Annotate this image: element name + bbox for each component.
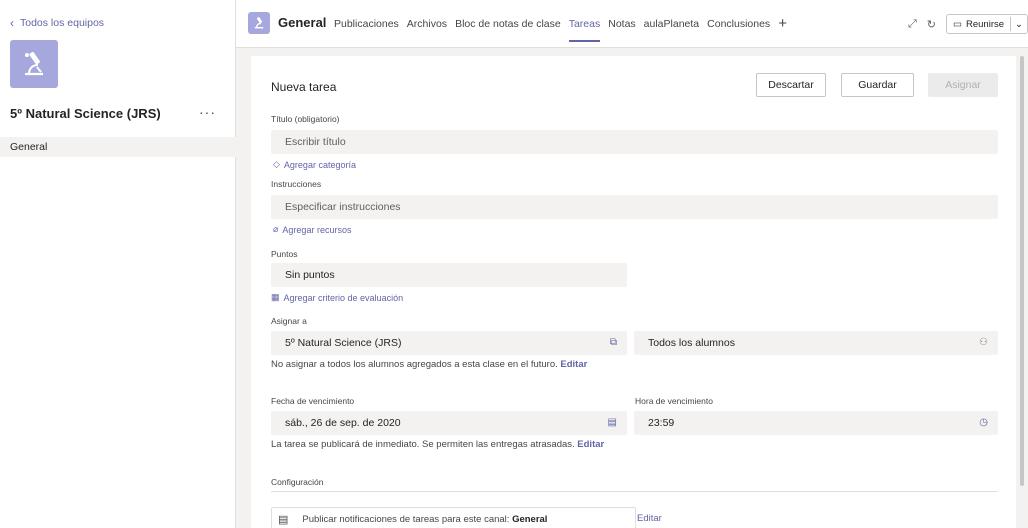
instructions-input[interactable]: Especificar instrucciones xyxy=(271,195,998,219)
title-input[interactable]: Escribir título xyxy=(271,130,998,154)
publish-note-text: La tarea se publicará de inmediato. Se p… xyxy=(271,439,575,450)
assign-note: No asignar a todos los alumnos agregados… xyxy=(271,359,587,370)
assign-class-select[interactable]: 5º Natural Science (JRS) ⧉ xyxy=(271,331,627,355)
left-sidebar: ‹ Todos los equipos 5º Natural Science (… xyxy=(0,0,236,528)
notify-channel-name: General xyxy=(512,513,548,525)
assign-note-text: No asignar a todos los alumnos agregados… xyxy=(271,359,558,370)
channel-title: General xyxy=(278,15,327,30)
points-field-label: Puntos xyxy=(271,249,298,259)
meet-button[interactable]: ▭ Reunirse ⌄ xyxy=(946,14,1028,34)
expand-icon[interactable]: ⤢ xyxy=(908,18,917,31)
notify-text: Publicar notificaciones de tareas para e… xyxy=(302,513,510,525)
team-more-options-button[interactable]: ··· xyxy=(199,104,216,120)
due-date-label: Fecha de vencimiento xyxy=(271,396,355,406)
add-resources-label: Agregar recursos xyxy=(282,224,352,235)
title-field-label: Título (obligatorio) xyxy=(271,114,340,124)
add-category-label: Agregar categoría xyxy=(283,159,356,170)
due-date-value: sáb., 26 de sep. de 2020 xyxy=(285,417,401,429)
assign-students-select[interactable]: Todos los alumnos ⚇ xyxy=(634,331,998,355)
assign-button[interactable]: Asignar xyxy=(928,73,998,97)
document-icon: ▤ xyxy=(278,513,289,526)
tab-conclusiones[interactable]: Conclusiones xyxy=(707,18,770,44)
config-divider xyxy=(271,491,998,492)
back-link-label: Todos los equipos xyxy=(20,17,105,29)
team-avatar-small xyxy=(248,12,270,34)
instructions-field-label: Instrucciones xyxy=(271,179,322,189)
add-rubric-link[interactable]: ▦ Agregar criterio de evaluación xyxy=(271,292,403,303)
assign-class-value: 5º Natural Science (JRS) xyxy=(285,337,402,349)
notify-channel-box: ▤ Publicar notificaciones de tareas para… xyxy=(271,507,636,528)
form-title: Nueva tarea xyxy=(271,80,337,94)
copy-icon: ⧉ xyxy=(609,337,617,348)
add-category-link[interactable]: ◇ Agregar categoría xyxy=(273,159,356,170)
grid-icon: ▦ xyxy=(271,292,280,302)
publish-note: La tarea se publicará de inmediato. Se p… xyxy=(271,439,604,450)
tag-icon: ◇ xyxy=(273,159,280,169)
publish-edit-link[interactable]: Editar xyxy=(577,439,604,450)
new-assignment-form: Nueva tarea Descartar Guardar Asignar Tí… xyxy=(251,56,1016,528)
chevron-left-icon: ‹ xyxy=(10,16,14,30)
discard-button[interactable]: Descartar xyxy=(756,73,826,97)
calendar-icon: ▤ xyxy=(607,417,617,428)
sidebar-channel-general[interactable]: General xyxy=(0,137,236,157)
back-to-teams-link[interactable]: ‹ Todos los equipos xyxy=(10,16,104,30)
due-time-picker[interactable]: 23:59 ◷ xyxy=(634,411,998,435)
tab-publicaciones[interactable]: Publicaciones xyxy=(334,18,399,44)
meet-label: Reunirse xyxy=(966,18,1005,30)
chevron-down-icon[interactable]: ⌄ xyxy=(1015,19,1023,30)
channel-header: General Publicaciones Archivos Bloc de n… xyxy=(236,0,1028,48)
add-resources-link[interactable]: ⌀ Agregar recursos xyxy=(273,224,351,235)
due-time-value: 23:59 xyxy=(648,417,675,429)
clock-icon: ◷ xyxy=(979,417,988,428)
tab-aulaplaneta[interactable]: aulaPlaneta xyxy=(644,18,699,44)
add-rubric-label: Agregar criterio de evaluación xyxy=(283,292,404,303)
person-icon: ⚇ xyxy=(979,337,988,348)
save-button[interactable]: Guardar xyxy=(841,73,914,97)
assign-to-label: Asignar a xyxy=(271,316,307,326)
tab-archivos[interactable]: Archivos xyxy=(407,18,447,44)
notify-channel-row: ▤ Publicar notificaciones de tareas para… xyxy=(271,507,998,528)
assign-students-value: Todos los alumnos xyxy=(648,337,735,349)
paperclip-icon: ⌀ xyxy=(273,224,279,234)
points-input[interactable]: Sin puntos xyxy=(271,263,627,287)
microscope-icon xyxy=(19,49,49,79)
header-actions: ⤢ ↻ ▭ Reunirse ⌄ xyxy=(908,14,1028,34)
assign-edit-link[interactable]: Editar xyxy=(560,359,587,370)
team-name: 5º Natural Science (JRS) xyxy=(10,106,161,121)
main-scrollbar[interactable] xyxy=(1020,56,1024,486)
tab-bloc-de-notas[interactable]: Bloc de notas de clase xyxy=(455,18,561,44)
due-time-label: Hora de vencimiento xyxy=(635,396,713,406)
video-camera-icon: ▭ xyxy=(953,18,962,30)
due-date-picker[interactable]: sáb., 26 de sep. de 2020 ▤ xyxy=(271,411,627,435)
notify-edit-link[interactable]: Editar xyxy=(637,513,662,524)
notify-text-wrap: Publicar notificaciones de tareas para e… xyxy=(302,514,547,525)
tab-tareas[interactable]: Tareas xyxy=(568,18,600,44)
config-label: Configuración xyxy=(271,477,324,487)
microscope-icon xyxy=(254,17,264,29)
add-tab-button[interactable]: + xyxy=(778,16,787,44)
meet-divider xyxy=(1010,17,1012,31)
team-avatar xyxy=(10,40,58,88)
refresh-icon[interactable]: ↻ xyxy=(927,18,936,31)
channel-tabs: Publicaciones Archivos Bloc de notas de … xyxy=(334,16,787,44)
tab-notas[interactable]: Notas xyxy=(608,18,635,44)
